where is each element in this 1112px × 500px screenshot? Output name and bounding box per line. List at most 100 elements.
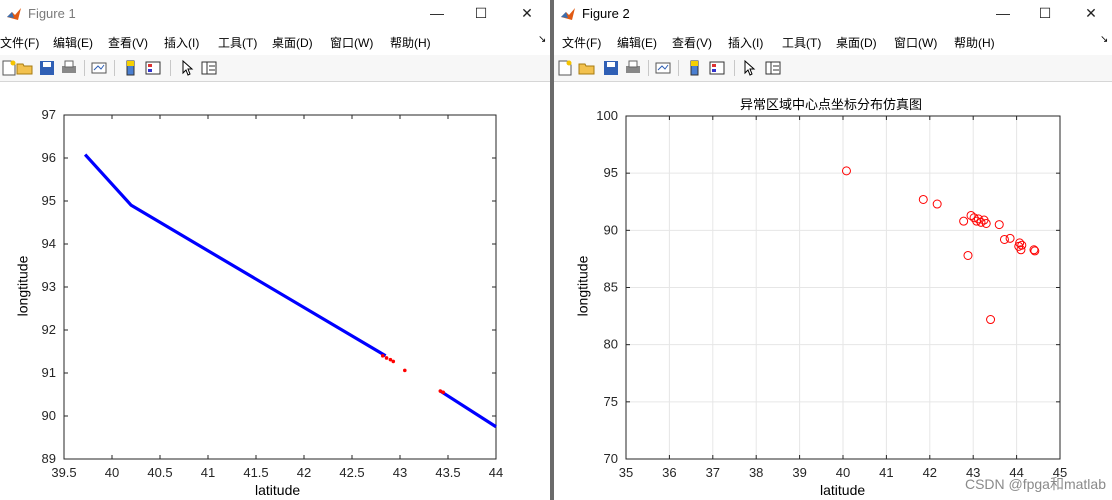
menu-file[interactable]: 文件(F) [562,34,601,51]
figure-2-window: Figure 2 — ☐ ✕ 文件(F) 编辑(E) 查看(V) 插入(I) 工… [554,0,1112,500]
x-tick-label: 41 [879,465,893,480]
y-tick-label: 90 [604,222,618,237]
figure-2-titlebar: Figure 2 — ☐ ✕ [554,0,1112,28]
data-point [441,390,446,395]
maximize-button[interactable]: ☐ [1028,2,1062,24]
matlab-logo-icon [561,8,575,20]
close-button[interactable]: ✕ [510,2,544,24]
x-tick-label: 42.5 [339,465,364,480]
x-tick-label: 40 [105,465,119,480]
x-tick-label: 39.5 [51,465,76,480]
x-tick-label: 39 [792,465,806,480]
x-tick-label: 37 [706,465,720,480]
menu-desktop[interactable]: 桌面(D) [836,34,877,51]
edit-plot-icon[interactable] [740,59,758,77]
x-tick-label: 43 [393,465,407,480]
menu-help[interactable]: 帮助(H) [390,34,431,51]
data-point [986,315,996,325]
chart-title: 异常区域中心点坐标分布仿真图 [740,98,923,113]
y-tick-label: 95 [42,193,56,208]
open-file-icon[interactable] [16,59,34,77]
menu-edit[interactable]: 编辑(E) [53,34,93,51]
menu-file[interactable]: 文件(F) [0,34,39,51]
series-line [439,389,497,429]
save-icon[interactable] [602,59,620,77]
menu-edit[interactable]: 编辑(E) [617,34,657,51]
data-point [391,359,396,364]
maximize-button[interactable]: ☐ [464,2,498,24]
y-tick-label: 92 [42,322,56,337]
x-tick-label: 40 [836,465,850,480]
open-file-icon[interactable] [578,59,596,77]
y-tick-label: 96 [42,150,56,165]
y-axis-label: longtitude [574,255,591,317]
menu-bar: 文件(F) 编辑(E) 查看(V) 插入(I) 工具(T) 桌面(D) 窗口(W… [0,30,550,52]
figure-toolbar [554,55,1112,82]
y-tick-label: 100 [596,108,618,123]
y-tick-label: 85 [604,280,618,295]
menu-help[interactable]: 帮助(H) [954,34,995,51]
x-axis-label: latitude [255,482,301,498]
figure-2-canvas: 35 36 37 38 39 40 41 42 43 44 45 70 75 80 85 90 95 100 异常… [554,82,1112,500]
y-tick-label: 90 [42,408,56,423]
x-tick-label: 35 [619,465,633,480]
insert-legend-icon[interactable] [708,59,726,77]
menu-overflow-icon[interactable]: ↘ [538,34,546,45]
chart-2-svg: 35 36 37 38 39 40 41 42 43 44 45707580859095100 [596,108,1067,480]
menu-view[interactable]: 查看(V) [672,34,712,51]
new-figure-icon[interactable] [556,59,574,77]
data-point [918,194,928,204]
toolbar-separator [648,60,649,76]
menu-insert[interactable]: 插入(I) [728,34,763,51]
toolbar-separator [114,60,115,76]
window-title: Figure 2 [582,6,630,21]
y-tick-label: 75 [604,394,618,409]
menu-view[interactable]: 查看(V) [108,34,148,51]
y-tick-label: 97 [42,107,56,122]
x-tick-label: 36 [662,465,676,480]
menu-window[interactable]: 窗口(W) [894,34,937,51]
link-plot-icon[interactable] [654,59,672,77]
menu-desktop[interactable]: 桌面(D) [272,34,313,51]
menu-overflow-icon[interactable]: ↘ [1100,34,1108,45]
save-icon[interactable] [38,59,56,77]
menu-tools[interactable]: 工具(T) [782,34,821,51]
menu-insert[interactable]: 插入(I) [164,34,199,51]
toolbar-separator [678,60,679,76]
x-tick-label: 42 [297,465,311,480]
window-title: Figure 1 [28,6,76,21]
insert-colorbar-icon[interactable] [686,59,704,77]
figure-1-window: Figure 1 — ☐ ✕ 文件(F) 编辑(E) 查看(V) 插入(I) 工… [0,0,550,500]
toolbar-separator [170,60,171,76]
minimize-button[interactable]: — [420,2,454,24]
edit-plot-icon[interactable] [178,59,196,77]
y-tick-label: 89 [42,451,56,466]
matlab-logo-icon [7,8,21,20]
link-plot-icon[interactable] [90,59,108,77]
property-inspector-icon[interactable] [764,59,782,77]
minimize-button[interactable]: — [986,2,1020,24]
insert-legend-icon[interactable] [144,59,162,77]
y-tick-label: 80 [604,337,618,352]
data-point [380,354,385,358]
figure-toolbar [0,55,550,82]
y-tick-label: 70 [604,451,618,466]
print-icon[interactable] [60,59,78,77]
data-point [963,250,973,260]
print-icon[interactable] [624,59,642,77]
close-button[interactable]: ✕ [1074,2,1108,24]
data-point [994,220,1004,230]
property-inspector-icon[interactable] [200,59,218,77]
data-point [932,199,942,209]
data-point [1005,233,1015,243]
x-tick-label: 43.5 [435,465,460,480]
insert-colorbar-icon[interactable] [122,59,140,77]
menu-window[interactable]: 窗口(W) [330,34,373,51]
chart-1-svg: 39.5 40 40.5 41 41.5 42 42.5 43 43.5 44 89 90 91 92 93… [42,107,504,480]
x-axis-label: latitude [820,482,866,498]
figure-1-titlebar: Figure 1 — ☐ ✕ [0,0,550,28]
series-line [83,153,387,358]
data-point [403,368,407,373]
menu-tools[interactable]: 工具(T) [218,34,257,51]
x-tick-label: 40.5 [147,465,172,480]
